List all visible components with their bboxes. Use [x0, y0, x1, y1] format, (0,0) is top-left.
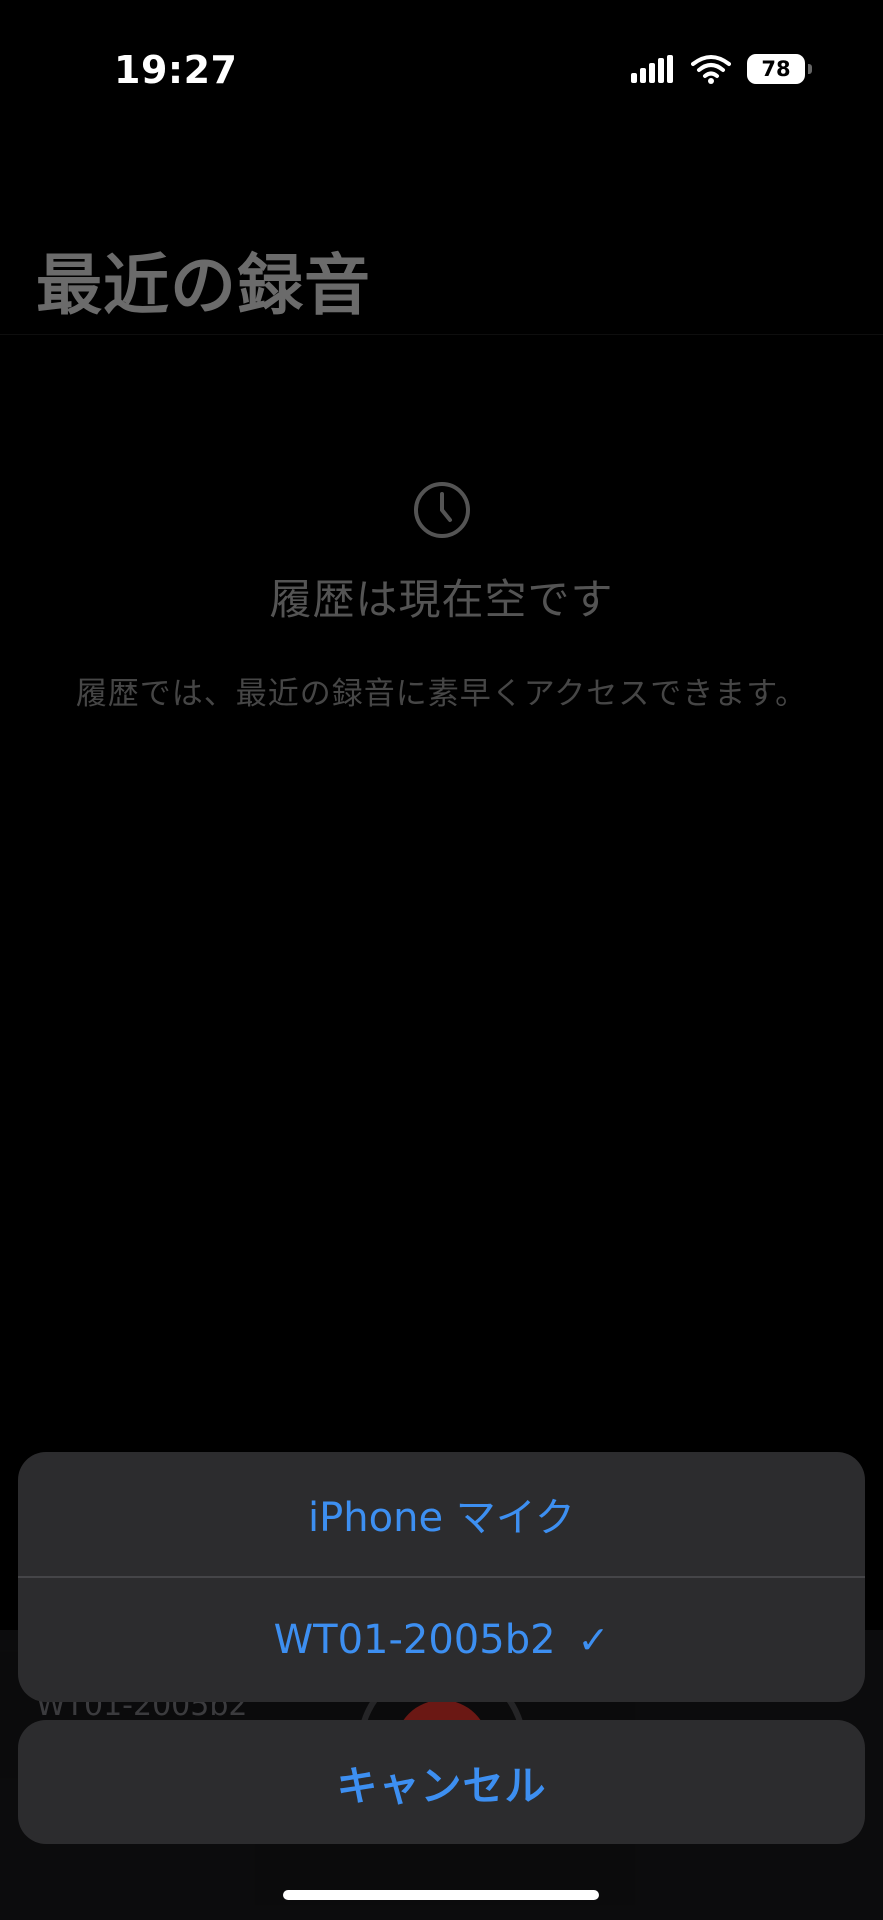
status-icons: 78 [631, 54, 812, 84]
option-iphone-mic[interactable]: iPhone マイク [18, 1452, 865, 1576]
page-title: 最近の録音 [36, 247, 371, 324]
option-iphone-mic-label: iPhone マイク [308, 1495, 575, 1541]
wifi-icon [691, 55, 731, 84]
status-time: 19:27 [114, 48, 238, 92]
title-divider [0, 334, 883, 335]
battery-icon: 78 [747, 54, 812, 84]
cellular-signal-icon [631, 55, 673, 83]
clock-icon [414, 482, 470, 538]
checkmark-icon: ✓ [577, 1618, 610, 1662]
screen: 最近の録音 履歴は現在空です 履歴では、最近の録音に素早くアクセスできます。 W… [0, 0, 883, 1920]
empty-state-description: 履歴では、最近の録音に素早くアクセスできます。 [75, 676, 808, 712]
status-bar: 19:27 78 [0, 0, 883, 140]
option-wt01-device[interactable]: WT01-2005b2 ✓ [18, 1578, 865, 1702]
empty-state-title: 履歴は現在空です [269, 575, 614, 624]
cancel-button[interactable]: キャンセル [18, 1720, 865, 1844]
option-wt01-device-label: WT01-2005b2 [273, 1617, 556, 1663]
home-indicator[interactable] [283, 1890, 599, 1900]
input-source-action-sheet: iPhone マイク WT01-2005b2 ✓ [18, 1452, 865, 1702]
battery-level: 78 [761, 57, 791, 81]
